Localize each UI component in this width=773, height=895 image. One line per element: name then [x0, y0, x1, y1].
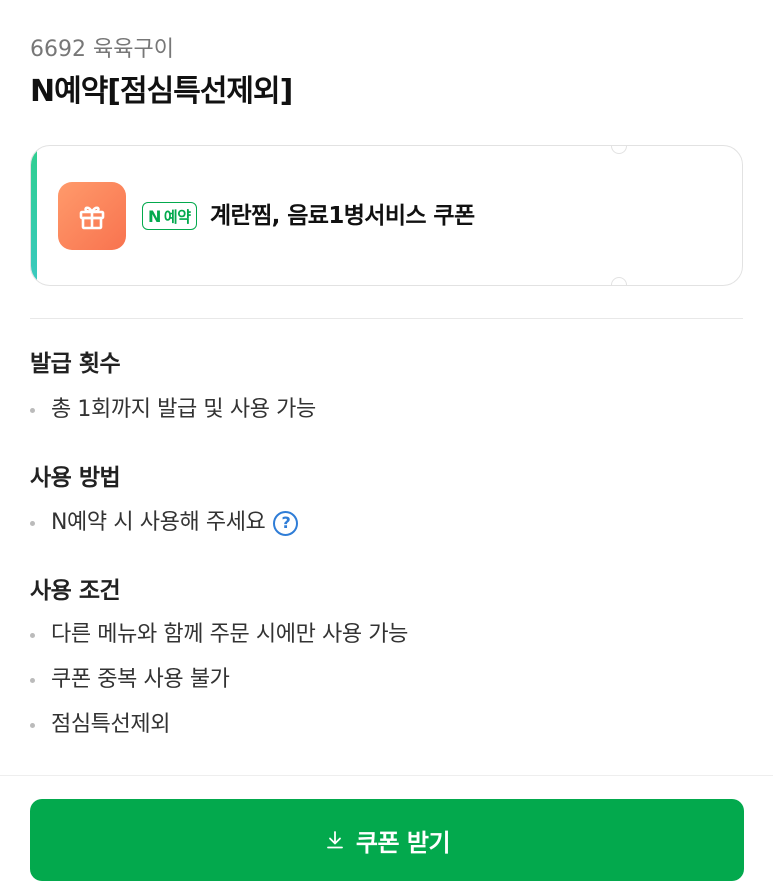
list-item: 총 1회까지 발급 및 사용 가능 [30, 394, 316, 426]
gift-icon [58, 182, 126, 250]
section-title-issue-count: 발급 횟수 [30, 351, 121, 377]
coupon-name: 계란찜, 음료1병서비스 쿠폰 [210, 203, 475, 229]
list-item-text: 총 1회까지 발급 및 사용 가능 [51, 397, 316, 422]
ticket-accent-bar [31, 146, 37, 285]
bullet-dot [30, 632, 35, 638]
get-coupon-button-label: 쿠폰 받기 [355, 828, 451, 857]
list-item-text: N예약 시 사용해 주세요 [51, 510, 266, 535]
list-item: N예약 시 사용해 주세요 ? [30, 507, 299, 539]
coupon-detail-page: 6692 육육구이 N예약[점심특선제외] N 예약 계란찜, 음료1병서비스 … [0, 0, 773, 895]
list-item-text: 쿠폰 중복 사용 불가 [51, 667, 230, 692]
bullet-dot [30, 407, 35, 413]
list-item-text: 다른 메뉴와 함께 주문 시에만 사용 가능 [51, 622, 409, 647]
badge-text: 예약 [163, 207, 191, 226]
footer-divider [0, 775, 773, 776]
bullet-dot [30, 722, 35, 728]
ticket-notch-bottom [611, 277, 627, 285]
section-title-how-to-use: 사용 방법 [30, 465, 121, 491]
list-item-text: 점심특선제외 [51, 712, 171, 737]
get-coupon-button[interactable]: 쿠폰 받기 [30, 799, 744, 881]
bullet-dot [30, 677, 35, 683]
store-name: 6692 육육구이 [30, 37, 174, 62]
bullet-dot [30, 520, 35, 526]
badge-n: N [148, 206, 161, 226]
question-circle-icon[interactable]: ? [273, 510, 299, 536]
list-item: 다른 메뉴와 함께 주문 시에만 사용 가능 [30, 619, 408, 651]
n-reservation-badge: N 예약 [142, 202, 197, 230]
ticket-notch-top [611, 146, 627, 154]
section-divider [30, 318, 743, 319]
coupon-ticket: N 예약 계란찜, 음료1병서비스 쿠폰 [30, 145, 743, 286]
list-item: 점심특선제외 [30, 709, 170, 741]
coupon-title: N예약[점심특선제외] [30, 74, 293, 109]
list-item: 쿠폰 중복 사용 불가 [30, 664, 230, 696]
download-icon [324, 829, 346, 851]
section-title-conditions: 사용 조건 [30, 578, 121, 604]
